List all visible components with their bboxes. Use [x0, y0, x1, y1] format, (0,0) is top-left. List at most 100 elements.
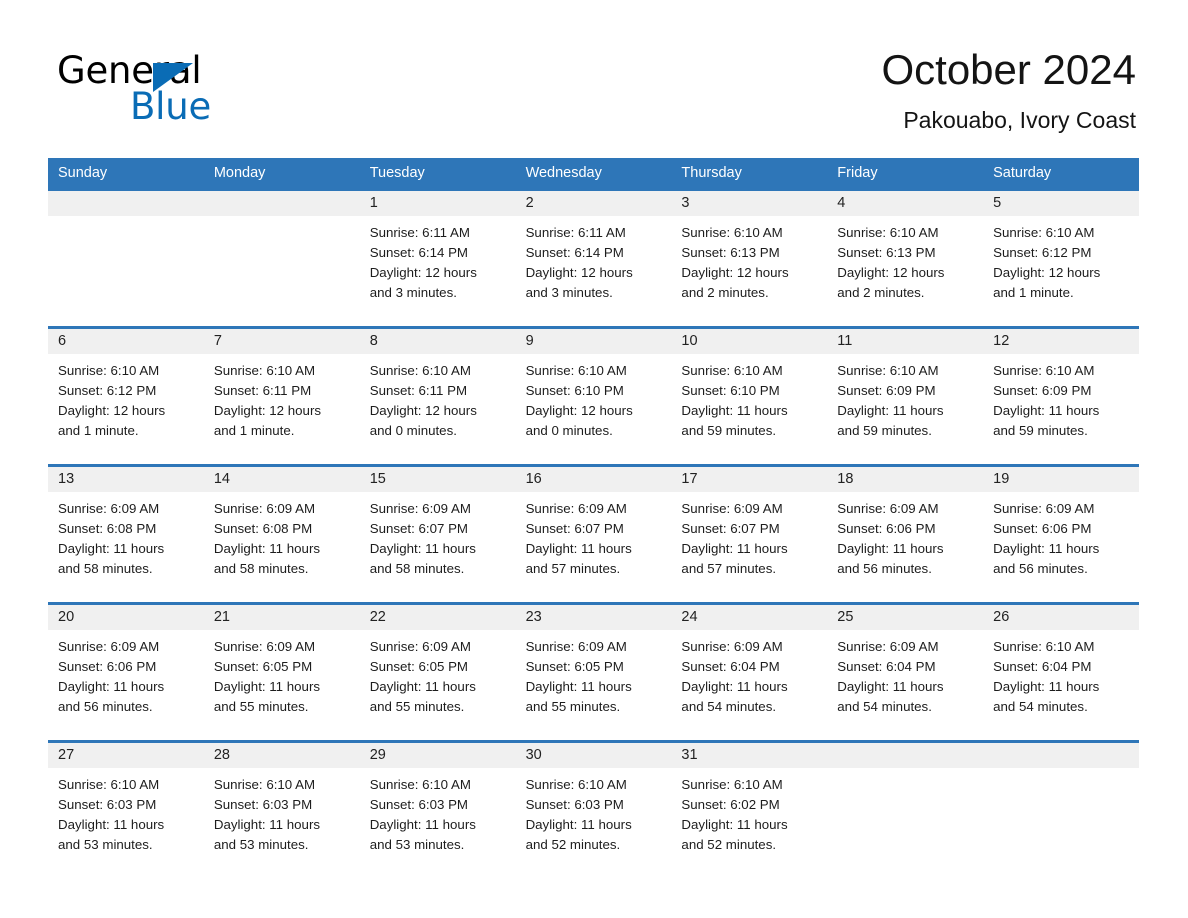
sunrise-text: Sunrise: 6:11 AM — [369, 225, 470, 240]
day-number[interactable] — [827, 743, 983, 768]
day-number[interactable]: 2 — [516, 191, 672, 216]
day-cell[interactable]: Sunrise: 6:11 AM Sunset: 6:14 PM Dayligh… — [360, 216, 516, 326]
daylight-text-line2: and 53 minutes. — [58, 837, 153, 852]
day-number[interactable]: 20 — [48, 605, 204, 630]
day-cell[interactable]: Sunrise: 6:10 AM Sunset: 6:09 PM Dayligh… — [827, 354, 983, 464]
daylight-text-line2: and 59 minutes. — [837, 423, 932, 438]
daylight-text-line2: and 56 minutes. — [837, 561, 932, 576]
sunrise-text: Sunrise: 6:09 AM — [525, 639, 627, 654]
sunrise-text: Sunrise: 6:09 AM — [58, 501, 160, 516]
sunset-text: Sunset: 6:06 PM — [58, 659, 157, 674]
day-cell[interactable]: Sunrise: 6:11 AM Sunset: 6:14 PM Dayligh… — [516, 216, 672, 326]
day-number[interactable]: 5 — [983, 191, 1139, 216]
day-cell[interactable] — [983, 768, 1139, 878]
day-number[interactable]: 22 — [360, 605, 516, 630]
daylight-text-line1: Daylight: 11 hours — [993, 541, 1100, 556]
day-cell[interactable]: Sunrise: 6:09 AM Sunset: 6:08 PM Dayligh… — [48, 492, 204, 602]
title-block: October 2024 Pakouabo, Ivory Coast — [881, 44, 1136, 134]
daylight-text-line2: and 53 minutes. — [213, 837, 309, 852]
daylight-text-line1: Daylight: 11 hours — [58, 541, 165, 556]
day-number[interactable]: 24 — [671, 605, 827, 630]
sunset-text: Sunset: 6:07 PM — [525, 521, 624, 536]
day-number[interactable]: 4 — [827, 191, 983, 216]
weekday-header-wednesday: Wednesday — [525, 165, 602, 181]
day-number[interactable] — [48, 191, 204, 216]
day-cell[interactable]: Sunrise: 6:10 AM Sunset: 6:13 PM Dayligh… — [671, 216, 827, 326]
sunset-text: Sunset: 6:12 PM — [993, 245, 1092, 260]
day-cell[interactable]: Sunrise: 6:10 AM Sunset: 6:10 PM Dayligh… — [671, 354, 827, 464]
day-cell[interactable]: Sunrise: 6:10 AM Sunset: 6:02 PM Dayligh… — [671, 768, 827, 878]
day-cell[interactable]: Sunrise: 6:10 AM Sunset: 6:13 PM Dayligh… — [827, 216, 983, 326]
week-row: 6 7 8 9 10 11 12 Sunrise: 6:10 AM Sunset… — [48, 326, 1139, 464]
sunset-text: Sunset: 6:03 PM — [213, 797, 313, 812]
day-cell[interactable]: Sunrise: 6:09 AM Sunset: 6:07 PM Dayligh… — [516, 492, 672, 602]
sunset-text: Sunset: 6:03 PM — [525, 797, 624, 812]
day-cell[interactable] — [204, 216, 360, 326]
day-number[interactable] — [983, 743, 1139, 768]
day-cell[interactable]: Sunrise: 6:10 AM Sunset: 6:12 PM Dayligh… — [983, 216, 1139, 326]
day-number[interactable]: 26 — [983, 605, 1139, 630]
day-cell[interactable] — [48, 216, 204, 326]
day-number[interactable]: 28 — [204, 743, 360, 768]
day-number[interactable]: 25 — [827, 605, 983, 630]
day-number[interactable]: 14 — [204, 467, 360, 492]
day-cell[interactable]: Sunrise: 6:10 AM Sunset: 6:12 PM Dayligh… — [48, 354, 204, 464]
day-number[interactable]: 29 — [360, 743, 516, 768]
day-cell[interactable]: Sunrise: 6:09 AM Sunset: 6:05 PM Dayligh… — [204, 630, 360, 740]
day-number[interactable]: 23 — [516, 605, 672, 630]
day-cell[interactable]: Sunrise: 6:10 AM Sunset: 6:03 PM Dayligh… — [204, 768, 360, 878]
day-cell[interactable] — [827, 768, 983, 878]
week-detail-strip: Sunrise: 6:09 AM Sunset: 6:06 PM Dayligh… — [48, 630, 1139, 740]
daylight-text-line1: Daylight: 11 hours — [837, 541, 944, 556]
day-cell[interactable]: Sunrise: 6:09 AM Sunset: 6:08 PM Dayligh… — [204, 492, 360, 602]
day-cell[interactable]: Sunrise: 6:10 AM Sunset: 6:03 PM Dayligh… — [48, 768, 204, 878]
sunset-text: Sunset: 6:11 PM — [369, 383, 468, 398]
week-row: 27 28 29 30 31 Sunrise: 6:10 AM Sunset: … — [48, 740, 1139, 878]
day-number[interactable]: 27 — [48, 743, 204, 768]
day-cell[interactable]: Sunrise: 6:10 AM Sunset: 6:03 PM Dayligh… — [516, 768, 672, 878]
sunset-text: Sunset: 6:07 PM — [681, 521, 780, 536]
day-number[interactable]: 30 — [516, 743, 672, 768]
day-number[interactable]: 31 — [671, 743, 827, 768]
day-number[interactable]: 16 — [516, 467, 672, 492]
day-number[interactable]: 8 — [360, 329, 516, 354]
daylight-text-line1: Daylight: 11 hours — [681, 817, 788, 832]
weekday-header-friday: Friday — [837, 165, 878, 181]
sunrise-text: Sunrise: 6:10 AM — [213, 363, 316, 378]
day-number[interactable]: 6 — [48, 329, 204, 354]
day-cell[interactable]: Sunrise: 6:09 AM Sunset: 6:04 PM Dayligh… — [827, 630, 983, 740]
day-cell[interactable]: Sunrise: 6:09 AM Sunset: 6:06 PM Dayligh… — [827, 492, 983, 602]
day-number[interactable]: 3 — [671, 191, 827, 216]
day-cell[interactable]: Sunrise: 6:10 AM Sunset: 6:04 PM Dayligh… — [983, 630, 1139, 740]
day-number[interactable] — [204, 191, 360, 216]
day-number[interactable]: 9 — [516, 329, 672, 354]
day-number[interactable]: 1 — [360, 191, 516, 216]
day-cell[interactable]: Sunrise: 6:10 AM Sunset: 6:11 PM Dayligh… — [204, 354, 360, 464]
day-cell[interactable]: Sunrise: 6:10 AM Sunset: 6:03 PM Dayligh… — [360, 768, 516, 878]
daylight-text-line2: and 1 minute. — [213, 423, 295, 438]
sunset-text: Sunset: 6:09 PM — [837, 383, 936, 398]
general-blue-logo[interactable]: General Blue — [57, 50, 317, 130]
day-number[interactable]: 11 — [827, 329, 983, 354]
day-number[interactable]: 19 — [983, 467, 1139, 492]
day-cell[interactable]: Sunrise: 6:09 AM Sunset: 6:07 PM Dayligh… — [360, 492, 516, 602]
day-number[interactable]: 17 — [671, 467, 827, 492]
day-number[interactable]: 10 — [671, 329, 827, 354]
day-cell[interactable]: Sunrise: 6:10 AM Sunset: 6:09 PM Dayligh… — [983, 354, 1139, 464]
day-cell[interactable]: Sunrise: 6:09 AM Sunset: 6:06 PM Dayligh… — [983, 492, 1139, 602]
day-cell[interactable]: Sunrise: 6:09 AM Sunset: 6:05 PM Dayligh… — [516, 630, 672, 740]
day-cell[interactable]: Sunrise: 6:09 AM Sunset: 6:04 PM Dayligh… — [671, 630, 827, 740]
daylight-text-line2: and 53 minutes. — [369, 837, 465, 852]
day-cell[interactable]: Sunrise: 6:09 AM Sunset: 6:06 PM Dayligh… — [48, 630, 204, 740]
day-number[interactable]: 7 — [204, 329, 360, 354]
day-cell[interactable]: Sunrise: 6:09 AM Sunset: 6:07 PM Dayligh… — [671, 492, 827, 602]
day-cell[interactable]: Sunrise: 6:10 AM Sunset: 6:10 PM Dayligh… — [516, 354, 672, 464]
day-number[interactable]: 12 — [983, 329, 1139, 354]
day-cell[interactable]: Sunrise: 6:09 AM Sunset: 6:05 PM Dayligh… — [360, 630, 516, 740]
day-number[interactable]: 13 — [48, 467, 204, 492]
day-cell[interactable]: Sunrise: 6:10 AM Sunset: 6:11 PM Dayligh… — [360, 354, 516, 464]
sunrise-text: Sunrise: 6:09 AM — [525, 501, 627, 516]
day-number[interactable]: 21 — [204, 605, 360, 630]
day-number[interactable]: 18 — [827, 467, 983, 492]
day-number[interactable]: 15 — [360, 467, 516, 492]
